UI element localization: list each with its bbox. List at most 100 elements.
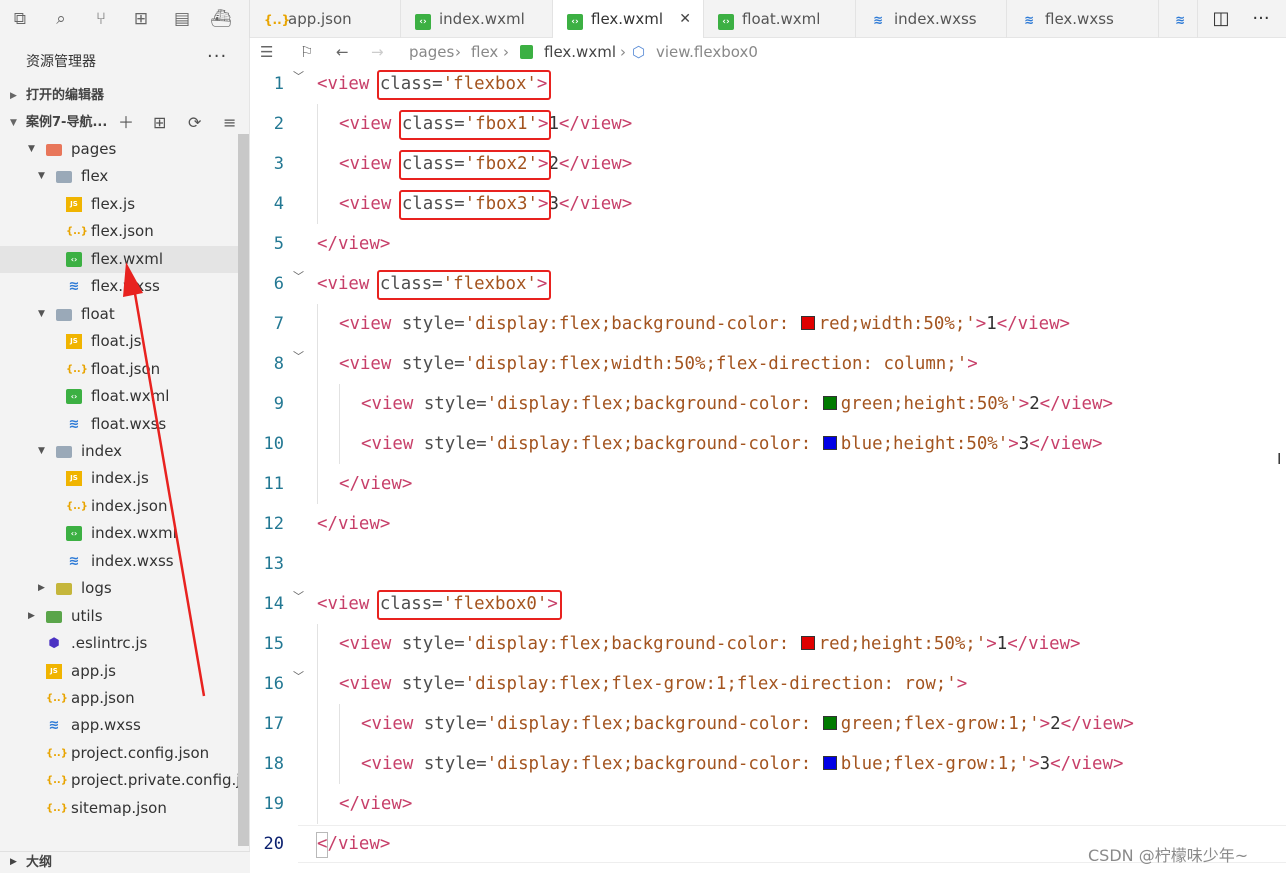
source-control-icon[interactable]: ⑂	[90, 8, 112, 30]
extensions-icon[interactable]: ⊞	[130, 8, 152, 30]
token-tag: >	[975, 314, 987, 334]
chevron-down-icon: ▼	[38, 171, 45, 182]
token-attr: style=	[401, 674, 465, 694]
overflow-tab[interactable]: ≋	[1158, 0, 1198, 38]
toc-icon[interactable]: ☰	[260, 38, 273, 66]
tree-item-flex-json[interactable]: {..} flex.json	[0, 218, 238, 245]
tree-item-logs[interactable]: ▶ logs	[0, 575, 238, 602]
new-file-icon[interactable]: ＋	[118, 110, 134, 136]
refresh-icon[interactable]: ⟳	[188, 110, 201, 136]
tab-app-json[interactable]: {..}app.json	[250, 0, 401, 38]
tree-item-float-wxss[interactable]: ≋ float.wxss	[0, 411, 238, 438]
search-icon[interactable]: ⌕	[50, 8, 72, 30]
indent-guide	[317, 304, 318, 344]
code-line[interactable]: <view style='display:flex;background-col…	[361, 744, 1123, 784]
tree-item-label: index	[81, 441, 123, 460]
tree-item-project-config-json[interactable]: {..} project.config.json	[0, 740, 238, 767]
code-line[interactable]: </view>	[339, 464, 412, 504]
tab-index-wxss[interactable]: ≋ index.wxss	[856, 0, 1007, 38]
color-swatch[interactable]	[822, 756, 837, 770]
tree-item-index-js[interactable]: JS index.js	[0, 465, 238, 492]
line-number: 13	[263, 554, 284, 574]
more-actions-icon[interactable]: ···	[1246, 0, 1276, 38]
tab-float-wxml[interactable]: ‹› float.wxml	[704, 0, 856, 38]
files-icon[interactable]: ⧉	[9, 8, 31, 30]
tree-item-app-json[interactable]: {..} app.json	[0, 685, 238, 712]
color-swatch[interactable]	[800, 316, 815, 330]
tab-flex-wxml[interactable]: ‹› flex.wxml ✕	[553, 0, 704, 38]
token-attr: style=	[401, 354, 465, 374]
layout-icon[interactable]: ▤	[171, 8, 193, 30]
tree-item-sitemap-json[interactable]: {..} sitemap.json	[0, 795, 238, 822]
fold-chevron-icon[interactable]: ﹀	[293, 588, 304, 604]
code-line[interactable]: </view>	[339, 784, 412, 824]
indent-guide	[317, 664, 318, 704]
breadcrumb-file[interactable]: flex.wxml	[544, 38, 616, 66]
tree-item-flex-js[interactable]: JS flex.js	[0, 191, 238, 218]
breadcrumb-flex[interactable]: flex	[471, 38, 498, 66]
tree-item-index-wxss[interactable]: ≋ index.wxss	[0, 548, 238, 575]
code-line[interactable]: <view style='display:flex;flex-grow:1;fl…	[339, 664, 967, 704]
tree-item-index[interactable]: ▼ index	[0, 438, 238, 465]
tab-flex-wxss[interactable]: ≋ flex.wxss	[1007, 0, 1159, 38]
tree-item-float-wxml[interactable]: ‹› float.wxml	[0, 383, 238, 410]
token-num: 2	[1050, 714, 1061, 734]
close-icon[interactable]: ✕	[679, 0, 691, 38]
code-line[interactable]: <view style='display:flex;background-col…	[361, 384, 1113, 424]
split-editor-icon[interactable]: ◫	[1206, 0, 1236, 38]
tree-item-flex-wxss[interactable]: ≋ flex.wxss	[0, 273, 238, 300]
tree-item-flex-wxml[interactable]: ‹› flex.wxml	[0, 245, 249, 273]
color-swatch[interactable]	[822, 716, 837, 730]
token-attr: style=	[423, 714, 487, 734]
project-section[interactable]: ▼ 案例7-导航... ＋ ⊞ ⟳ ≡	[0, 110, 249, 136]
tree-item-app-wxss[interactable]: ≋ app.wxss	[0, 712, 238, 739]
token-num: 1	[996, 634, 1008, 654]
code-line[interactable]: <view style='display:flex;width:50%;flex…	[339, 344, 978, 384]
fold-chevron-icon[interactable]: ﹀	[293, 68, 304, 84]
color-swatch[interactable]	[800, 636, 815, 650]
docker-icon[interactable]: ⛴	[210, 8, 232, 30]
breadcrumb-pages[interactable]: pages	[409, 38, 454, 66]
code-line[interactable]: </view>	[317, 504, 390, 544]
code-line[interactable]: <view style='display:flex;background-col…	[339, 624, 1081, 664]
new-folder-icon[interactable]: ⊞	[153, 110, 166, 136]
tree-item-label: app.js	[71, 661, 116, 680]
open-editors-section[interactable]: ▶ 打开的编辑器	[0, 83, 249, 109]
tree-item-index-wxml[interactable]: ‹› index.wxml	[0, 520, 238, 547]
wxml-file-icon	[520, 45, 533, 59]
tree-item-project-private-config-json[interactable]: {..} project.private.config.json	[0, 767, 249, 794]
token-tag: >	[1008, 434, 1019, 454]
bookmark-icon[interactable]: ⚐	[300, 38, 313, 66]
breadcrumb-symbol[interactable]: view.flexbox0	[656, 38, 758, 66]
token-tag: </view>	[558, 154, 633, 174]
color-swatch[interactable]	[822, 436, 837, 450]
tree-item-float-js[interactable]: JS float.js	[0, 328, 238, 355]
fold-chevron-icon[interactable]: ﹀	[293, 268, 304, 284]
tab-index-wxml[interactable]: ‹› index.wxml	[401, 0, 553, 38]
code-line[interactable]: <view style='display:flex;background-col…	[361, 424, 1103, 464]
more-icon[interactable]: ···	[207, 46, 227, 67]
color-swatch[interactable]	[822, 396, 837, 410]
sidebar-scrollbar[interactable]	[238, 134, 249, 846]
collapse-all-icon[interactable]: ≡	[223, 110, 236, 136]
tree-item-float-json[interactable]: {..} float.json	[0, 356, 238, 383]
code-line[interactable]: <view style='display:flex;background-col…	[339, 304, 1070, 344]
outline-section[interactable]: ▶ 大纲	[0, 851, 250, 873]
code-editor[interactable]: 1 ﹀ <view class='flexbox'> 2 <view class='fb…	[250, 66, 1286, 872]
chevron-right-icon: ▶	[38, 583, 45, 594]
fold-chevron-icon[interactable]: ﹀	[293, 348, 304, 364]
tree-item-flex[interactable]: ▼ flex	[0, 163, 238, 190]
tree-item-label: pages	[71, 140, 117, 158]
tree-item-utils[interactable]: ▶ utils	[0, 603, 238, 630]
token-tag: >	[967, 354, 978, 374]
back-arrow-icon[interactable]: ←	[336, 38, 349, 66]
code-line[interactable]: <view style='display:flex;background-col…	[361, 704, 1134, 744]
chevron-right-icon: ▶	[10, 857, 17, 867]
tree-item-float[interactable]: ▼ float	[0, 301, 238, 328]
tree-item-eslintrc-js[interactable]: ⬢ .eslintrc.js	[0, 630, 238, 657]
tree-item-app-js[interactable]: JS app.js	[0, 658, 238, 685]
tree-item-pages[interactable]: ▼ pages	[0, 136, 238, 163]
code-line[interactable]: </view>	[317, 224, 390, 264]
tree-item-index-json[interactable]: {..} index.json	[0, 493, 238, 520]
fold-chevron-icon[interactable]: ﹀	[293, 668, 304, 684]
